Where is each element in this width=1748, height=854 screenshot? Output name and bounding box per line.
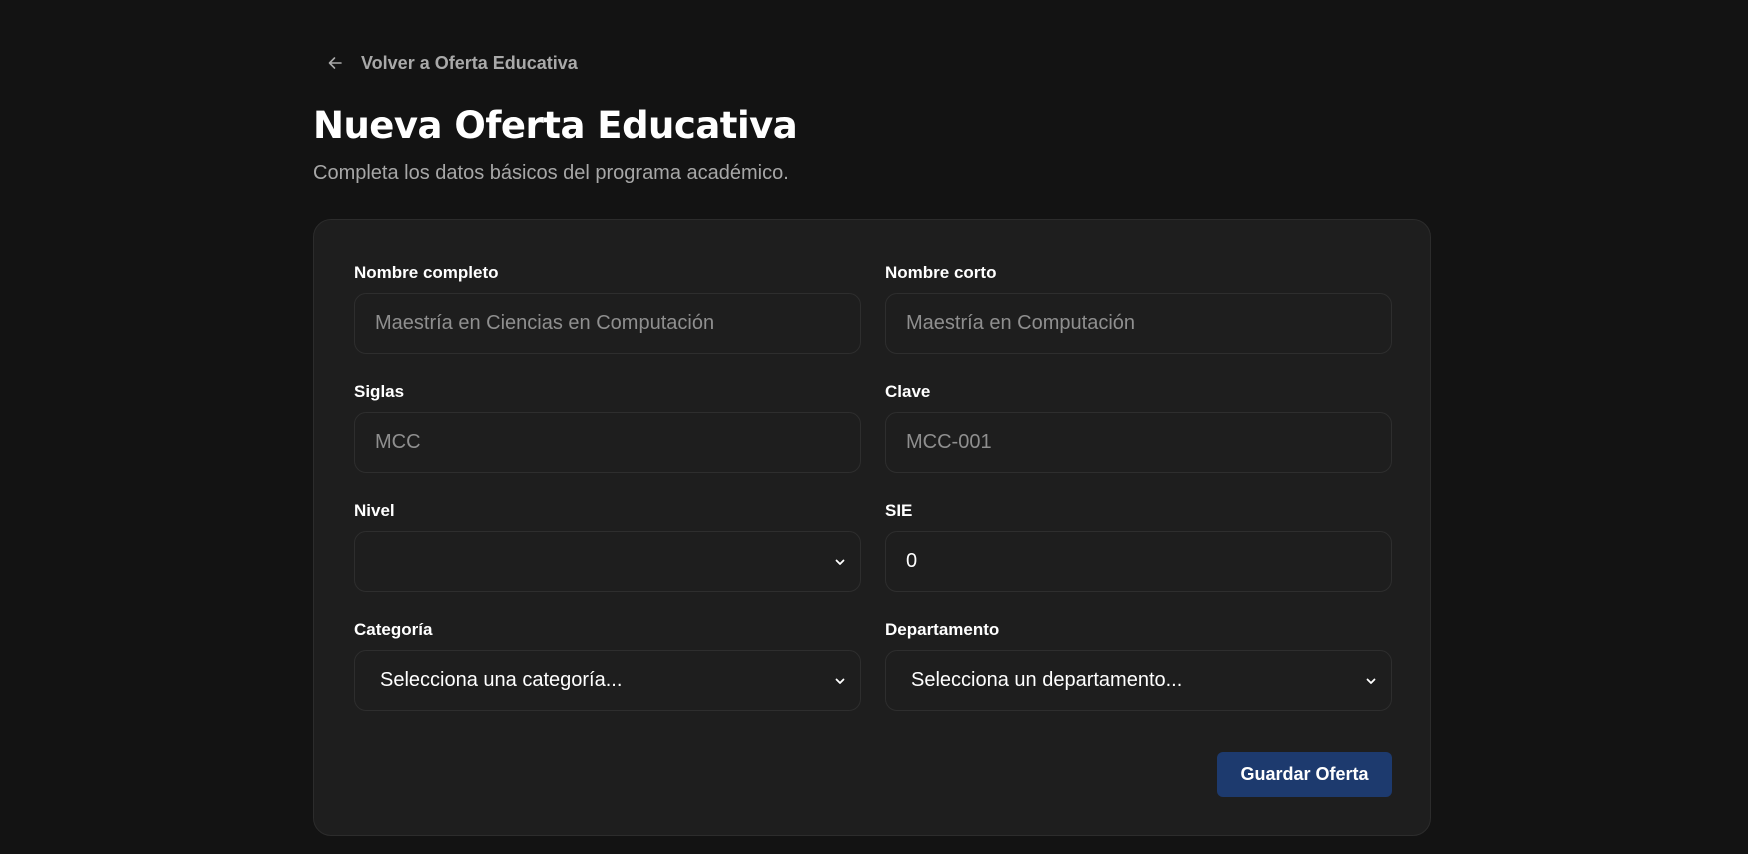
categoria-selected-value: Selecciona una categoría...: [380, 669, 623, 691]
nombre-corto-input[interactable]: Maestría en Computación: [885, 293, 1392, 354]
departamento-selected-value: Selecciona un departamento...: [911, 669, 1183, 691]
nivel-label: Nivel: [354, 501, 395, 520]
nombre-corto-label: Nombre corto: [885, 263, 997, 282]
sie-label: SIE: [885, 501, 913, 520]
back-link-label: Volver a Oferta Educativa: [361, 52, 578, 73]
form-card: Nombre completo Maestría en Ciencias en …: [313, 219, 1431, 836]
arrow-left-icon: [323, 51, 347, 75]
departamento-label: Departamento: [885, 620, 1000, 639]
clave-input[interactable]: MCC-001: [885, 412, 1392, 473]
back-link[interactable]: Volver a Oferta Educativa: [313, 48, 578, 78]
field-siglas: Siglas MCC: [354, 382, 861, 473]
categoria-label: Categoría: [354, 620, 433, 639]
siglas-input[interactable]: MCC: [354, 412, 861, 473]
nombre-completo-label: Nombre completo: [354, 263, 499, 282]
field-clave: Clave MCC-001: [885, 382, 1392, 473]
page-subtitle: Completa los datos básicos del programa …: [313, 162, 789, 184]
field-departamento: Departamento Selecciona un departamento.…: [885, 620, 1392, 711]
page-title: Nueva Oferta Educativa: [313, 104, 798, 147]
nivel-select[interactable]: [354, 531, 861, 592]
categoria-select[interactable]: Selecciona una categoría...: [354, 650, 861, 711]
chevron-down-icon: [832, 673, 848, 689]
departamento-select[interactable]: Selecciona un departamento...: [885, 650, 1392, 711]
field-sie: SIE 0: [885, 501, 1392, 592]
field-nombre-corto: Nombre corto Maestría en Computación: [885, 263, 1392, 354]
chevron-down-icon: [1363, 673, 1379, 689]
save-offer-button[interactable]: Guardar Oferta: [1217, 752, 1392, 797]
clave-label: Clave: [885, 382, 931, 401]
field-nivel: Nivel: [354, 501, 861, 592]
sie-input[interactable]: 0: [885, 531, 1392, 592]
siglas-label: Siglas: [354, 382, 405, 401]
field-nombre-completo: Nombre completo Maestría en Ciencias en …: [354, 263, 861, 354]
chevron-down-icon: [832, 554, 848, 570]
nombre-completo-input[interactable]: Maestría en Ciencias en Computación: [354, 293, 861, 354]
field-categoria: Categoría Selecciona una categoría...: [354, 620, 861, 711]
